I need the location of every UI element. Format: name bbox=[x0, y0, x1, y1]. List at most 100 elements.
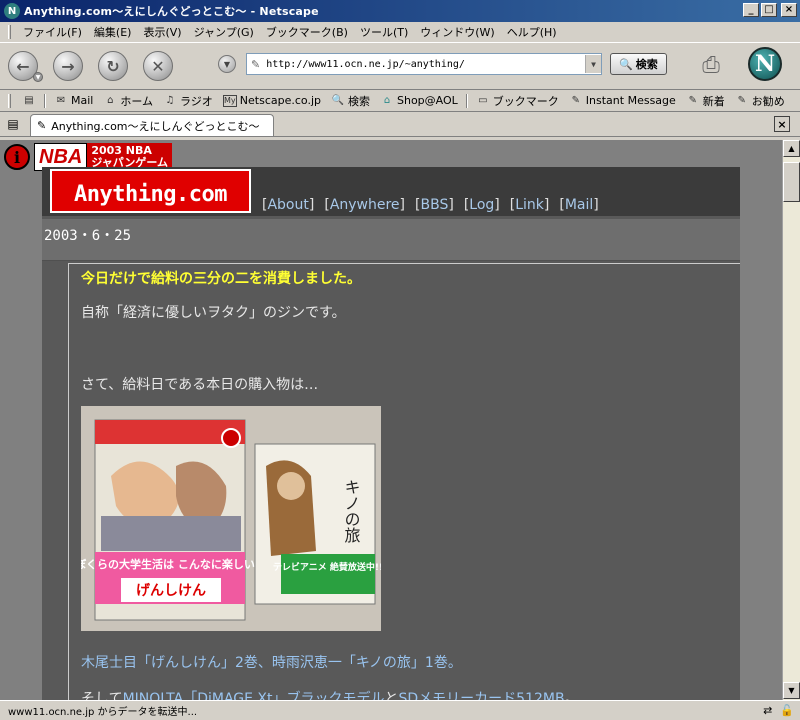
maximize-button[interactable]: □ bbox=[761, 3, 777, 17]
netscape-logo-icon[interactable]: N bbox=[748, 47, 782, 81]
site-nav: [About] [Anywhere] [BBS] [Log] [Link] [M… bbox=[262, 197, 599, 213]
close-tab-button[interactable]: × bbox=[774, 116, 790, 132]
bookmark-icon: ▭ bbox=[478, 95, 488, 106]
site-header: Anything.com [About] [Anywhere] [BBS] [L… bbox=[42, 167, 740, 216]
online-status-icon[interactable]: ⇄ bbox=[763, 704, 772, 717]
print-icon[interactable]: ⎙ bbox=[695, 49, 727, 81]
menu-bookmarks[interactable]: ブックマーク(B) bbox=[260, 24, 354, 40]
magnifier-icon: 🔍 bbox=[619, 57, 633, 71]
back-arrow-icon: ← bbox=[16, 56, 30, 76]
mail-icon: ✉ bbox=[56, 95, 66, 106]
bookmark-mail[interactable]: ✉ Mail bbox=[49, 94, 98, 107]
menu-bar: ファイル(F) 編集(E) 表示(V) ジャンプ(G) ブックマーク(B) ツー… bbox=[0, 22, 800, 42]
toolbar-menu-button[interactable]: ▤ bbox=[17, 95, 41, 107]
back-dropdown-icon[interactable]: ▼ bbox=[33, 72, 43, 82]
post-caption-books[interactable]: 木尾士目「げんしけん」2巻、時雨沢恵一「キノの旅」1巻。 bbox=[81, 652, 462, 672]
radio-icon: ♫ bbox=[165, 95, 175, 106]
minimize-button[interactable]: _ bbox=[743, 3, 759, 17]
nav-link-mail[interactable]: Mail bbox=[565, 197, 593, 213]
post-line-purchases: さて、給料日である本日の購入物は… bbox=[81, 377, 319, 393]
home-icon: ⌂ bbox=[107, 95, 114, 106]
blog-page: Anything.com [About] [Anywhere] [BBS] [L… bbox=[42, 167, 740, 700]
nav-link-about[interactable]: About bbox=[267, 197, 308, 213]
menu-go[interactable]: ジャンプ(G) bbox=[188, 24, 260, 40]
svg-text:ぼくらの大学生活は こんなに楽しい!!: ぼくらの大学生活は こんなに楽しい!! bbox=[81, 557, 265, 571]
post-title: 今日だけで給料の三分の二を消費しました。 bbox=[81, 271, 361, 287]
menu-window[interactable]: ウィンドウ(W) bbox=[414, 24, 500, 40]
url-dropdown-arrow-icon[interactable]: ▼ bbox=[585, 55, 601, 73]
bookmark-search[interactable]: 🔍 検索 bbox=[326, 93, 375, 109]
shop-icon: ⌂ bbox=[383, 95, 391, 106]
site-logo[interactable]: Anything.com bbox=[50, 169, 251, 213]
window-controls: _ □ × bbox=[743, 3, 797, 17]
menu-help[interactable]: ヘルプ(H) bbox=[501, 24, 563, 40]
search-icon: 🔍 bbox=[331, 95, 345, 106]
tab-bar: ▤ ✎ Anything.com〜えにしんぐどっとこむ〜 × bbox=[0, 113, 800, 137]
status-text: www11.ocn.ne.jp からデータを転送中... bbox=[8, 707, 198, 718]
url-bar[interactable]: ✎ ▼ bbox=[246, 53, 602, 75]
toolbar-grip[interactable] bbox=[8, 25, 11, 39]
product-photo: ぼくらの大学生活は こんなに楽しい!! げんしけん キノの旅 テレビアニメ 絶賛… bbox=[81, 406, 381, 631]
post-line-intro: 自称「経済に優しいヲタク」のジンです。 bbox=[81, 305, 346, 321]
scroll-up-button[interactable]: ▲ bbox=[783, 140, 800, 157]
stop-icon: ✕ bbox=[151, 56, 165, 76]
menu-file[interactable]: ファイル(F) bbox=[17, 24, 88, 40]
page-icon: ✎ bbox=[37, 119, 47, 132]
security-lock-icon[interactable]: 🔓 bbox=[780, 704, 794, 717]
page-viewport: i NBA 2003 NBA ジャパンゲーム Anything.com [Abo… bbox=[0, 140, 782, 700]
url-input[interactable] bbox=[266, 58, 585, 70]
my-icon: My bbox=[222, 94, 237, 107]
stop-button[interactable]: ✕ bbox=[143, 51, 173, 81]
vertical-scrollbar[interactable]: ▲ ▼ bbox=[782, 140, 800, 700]
link-icon: ✎ bbox=[737, 95, 746, 106]
bookmark-instant-message[interactable]: ✎ Instant Message bbox=[564, 94, 681, 107]
close-button[interactable]: × bbox=[781, 3, 797, 17]
url-area: ▼ ✎ ▼ 🔍 検索 bbox=[218, 53, 667, 75]
nav-link-anywhere[interactable]: Anywhere bbox=[330, 197, 400, 213]
bookmark-home[interactable]: ⌂ ホーム bbox=[98, 93, 158, 109]
navigation-toolbar: ← ▼ → ↻ ✕ ▼ ✎ ▼ 🔍 検索 ⎙ N bbox=[0, 42, 800, 90]
bookmark-new[interactable]: ✎ 新着 bbox=[681, 93, 730, 109]
personal-toolbar-grip[interactable] bbox=[8, 93, 11, 108]
menu-edit[interactable]: 編集(E) bbox=[88, 24, 138, 40]
title-bar: N Anything.com〜えにしんぐどっとこむ〜 - Netscape _ … bbox=[0, 0, 800, 22]
nav-link-link[interactable]: Link bbox=[515, 197, 544, 213]
nav-link-bbs[interactable]: BBS bbox=[420, 197, 448, 213]
link-icon: ✎ bbox=[571, 95, 580, 106]
status-icons: ⇄ 🔓 bbox=[763, 704, 794, 717]
info-icon: i bbox=[4, 144, 30, 170]
url-history-dropdown[interactable]: ▼ bbox=[218, 55, 236, 73]
svg-text:テレビアニメ 絶賛放送中!!: テレビアニメ 絶賛放送中!! bbox=[273, 561, 381, 573]
reload-icon: ↻ bbox=[106, 56, 120, 76]
blog-post: 今日だけで給料の三分の二を消費しました。 自称「経済に優しいヲタク」のジンです。… bbox=[68, 263, 740, 700]
reload-button[interactable]: ↻ bbox=[98, 51, 128, 81]
back-button[interactable]: ← ▼ bbox=[8, 51, 43, 82]
forward-button[interactable]: → bbox=[53, 51, 83, 81]
window-title: Anything.com〜えにしんぐどっとこむ〜 - Netscape bbox=[24, 5, 319, 18]
menu-tools[interactable]: ツール(T) bbox=[354, 24, 414, 40]
svg-text:げんしけん: げんしけん bbox=[136, 583, 206, 599]
forward-arrow-icon: → bbox=[61, 56, 75, 76]
nav-link-log[interactable]: Log bbox=[469, 197, 494, 213]
scroll-thumb[interactable] bbox=[783, 162, 800, 202]
tab-anything[interactable]: ✎ Anything.com〜えにしんぐどっとこむ〜 bbox=[30, 114, 274, 136]
svg-text:キノの旅: キノの旅 bbox=[342, 479, 361, 544]
genshiken-book: ぼくらの大学生活は こんなに楽しい!! げんしけん bbox=[81, 419, 265, 621]
new-tab-icon[interactable]: ▤ bbox=[4, 115, 22, 133]
tab-label: Anything.com〜えにしんぐどっとこむ〜 bbox=[51, 119, 260, 133]
menu-view[interactable]: 表示(V) bbox=[137, 24, 187, 40]
bookmark-netscape[interactable]: My Netscape.co.jp bbox=[218, 94, 326, 107]
bookmark-recommended[interactable]: ✎ お勧め bbox=[730, 93, 790, 109]
netscape-app-icon: N bbox=[4, 3, 20, 19]
bookmark-radio[interactable]: ♫ ラジオ bbox=[158, 93, 218, 109]
link-minolta-camera[interactable]: MINOLTA「DiMAGE Xt」ブラックモデル bbox=[123, 691, 385, 700]
bookmark-shop[interactable]: ⌂ Shop@AOL bbox=[375, 94, 463, 107]
bookmarks-folder[interactable]: ▭ ブックマーク bbox=[471, 93, 564, 109]
search-button[interactable]: 🔍 検索 bbox=[610, 53, 667, 75]
link-icon: ✎ bbox=[688, 95, 697, 106]
scroll-down-button[interactable]: ▼ bbox=[783, 682, 800, 699]
page-bookmark-icon[interactable]: ✎ bbox=[251, 58, 260, 71]
tab-menu-icon: ▤ bbox=[24, 95, 34, 106]
personal-toolbar: ▤ ✉ Mail ⌂ ホーム ♫ ラジオ My Netscape.co.jp 🔍… bbox=[0, 90, 800, 112]
link-sd-card[interactable]: SDメモリーカード512MB bbox=[399, 691, 565, 700]
